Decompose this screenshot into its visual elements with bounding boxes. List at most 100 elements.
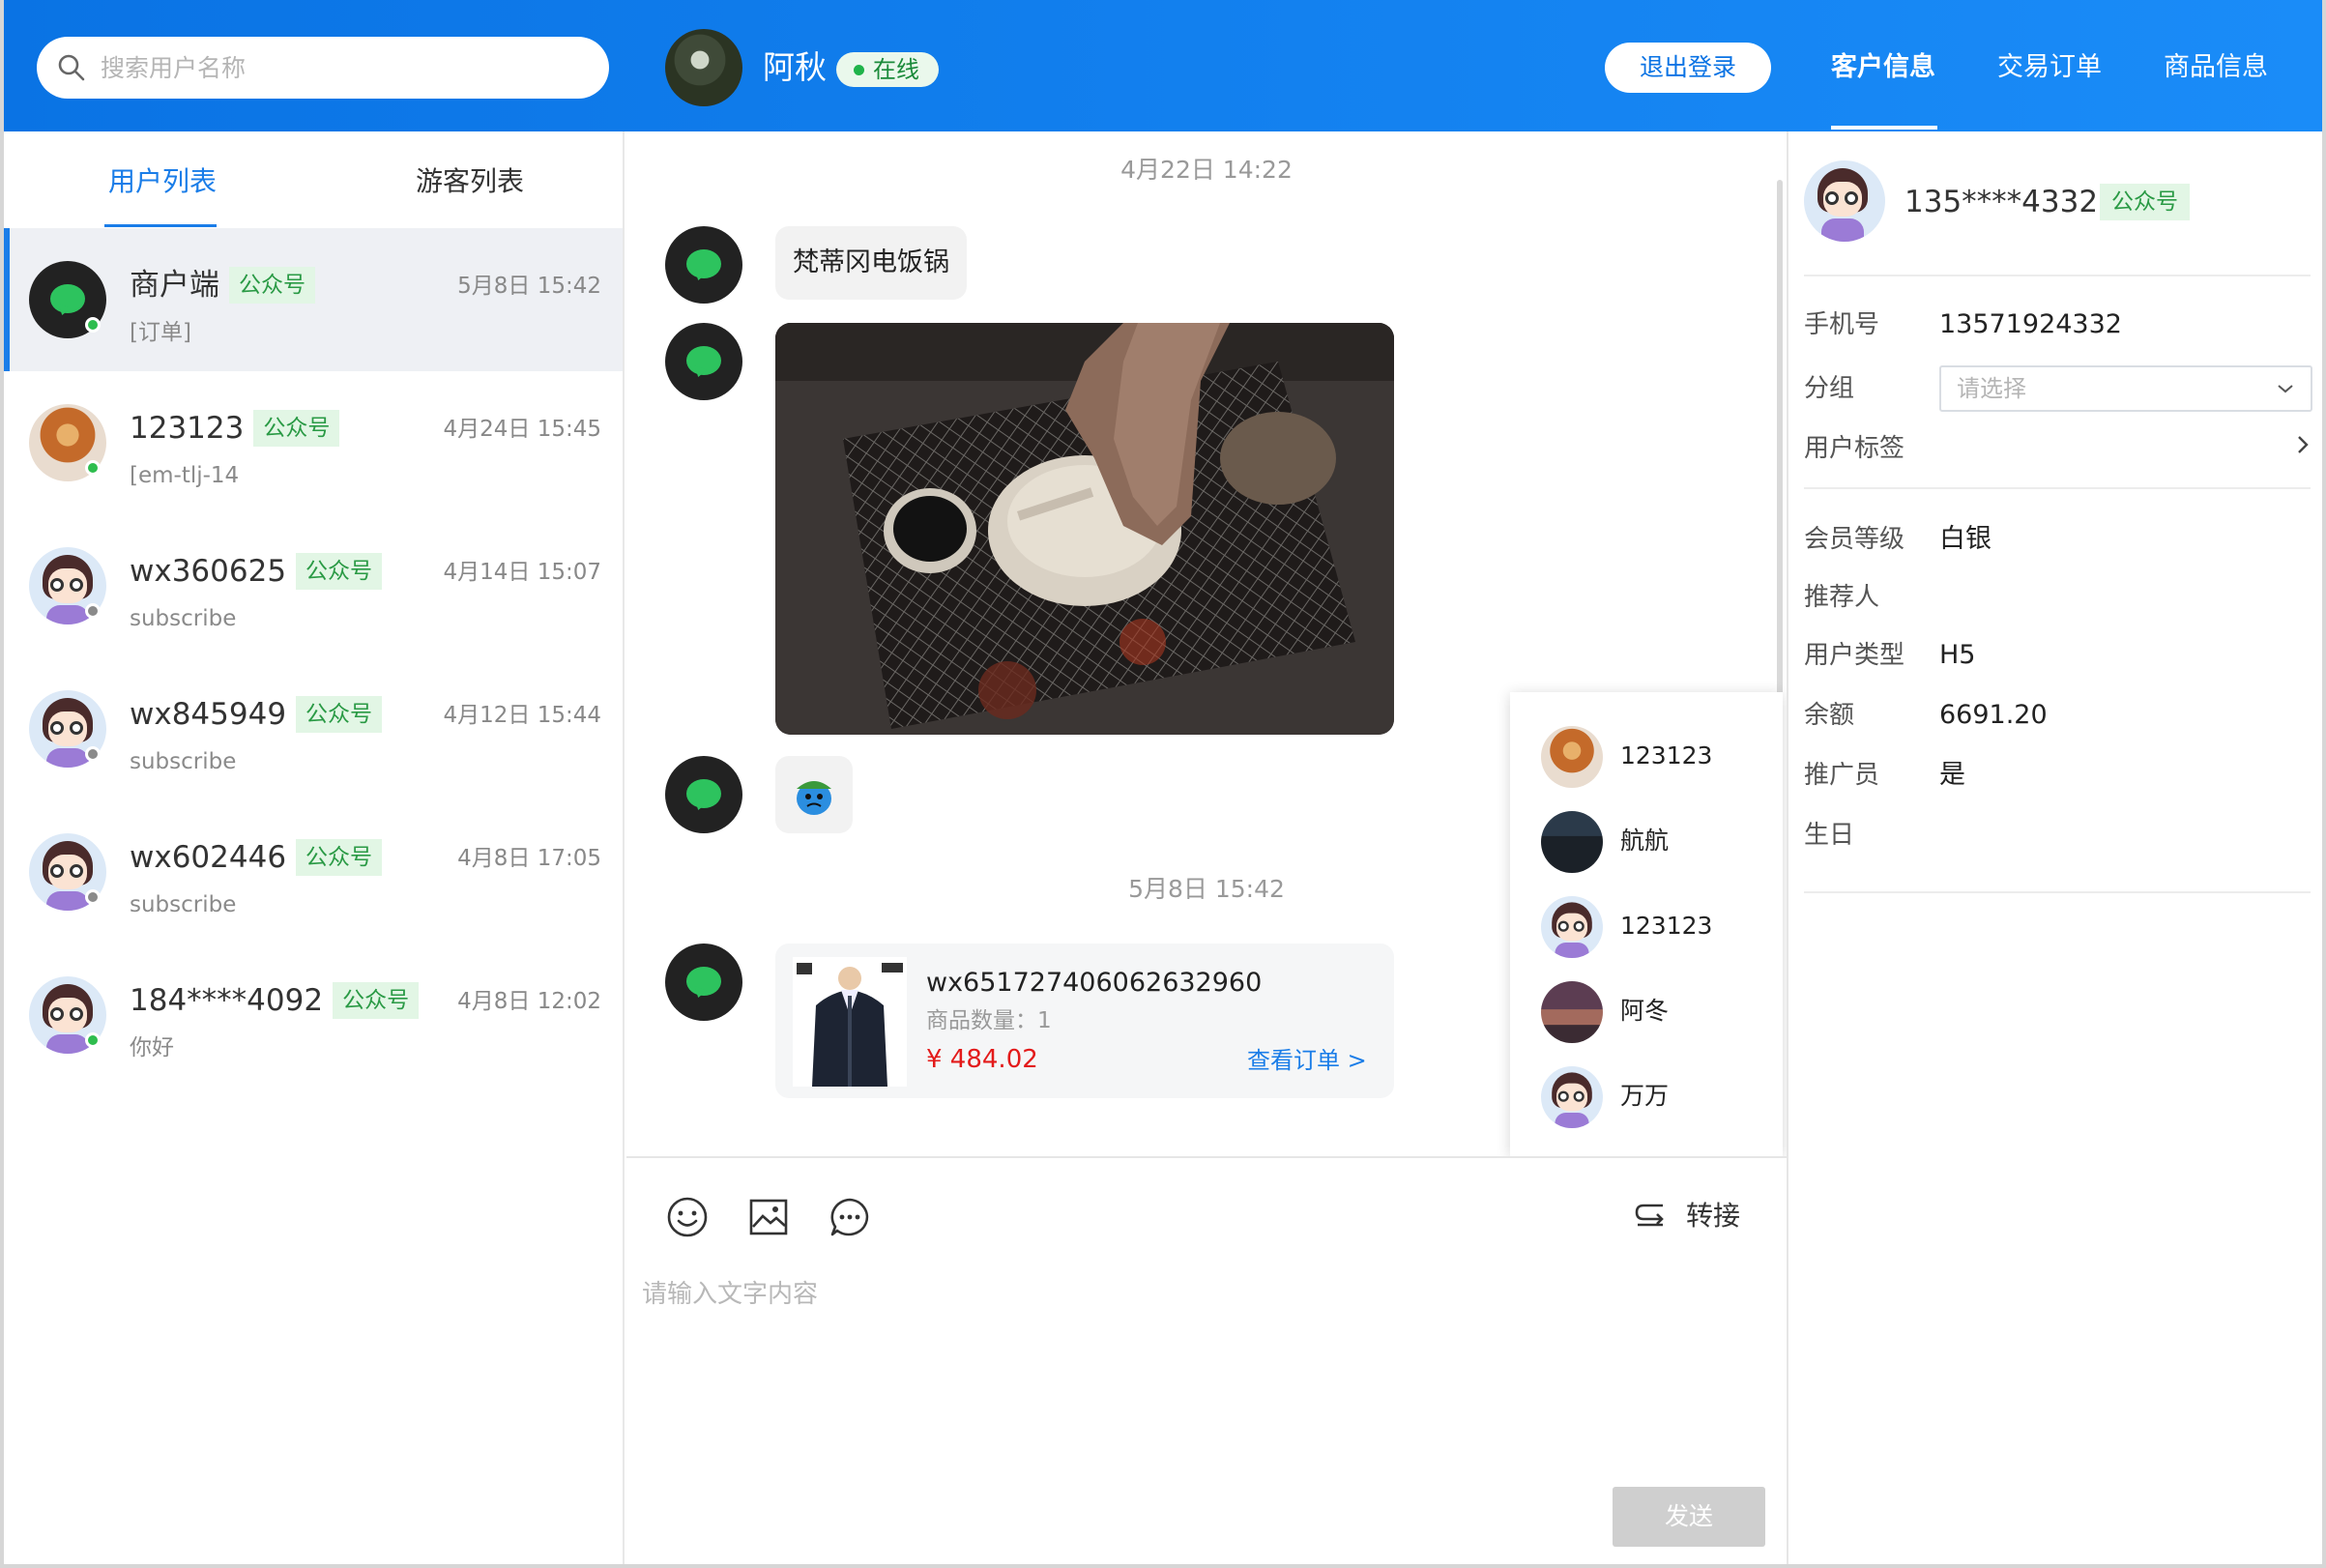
search-box[interactable] <box>37 37 609 99</box>
field-value-balance: 6691.20 <box>1939 700 2048 730</box>
user-last-message: 你好 <box>130 1035 174 1060</box>
user-time: 4月14日 15:07 <box>443 560 602 585</box>
field-label-group: 分组 <box>1804 374 1855 403</box>
agent-item-name: 阿冬 <box>1620 997 1670 1025</box>
user-name: wx602446 <box>130 840 287 875</box>
divider <box>1804 275 2311 276</box>
user-name: wx360625 <box>130 554 287 589</box>
list-item[interactable]: 184****4092 公众号 4月8日 12:02 你好 <box>4 944 623 1087</box>
tab-trade-orders[interactable]: 交易订单 <box>1997 48 2102 87</box>
order-id: wx651727406062632960 <box>926 968 1263 998</box>
default-avatar <box>1541 1066 1603 1128</box>
transfer-agent-popup: 123123 航航 123123 阿冬 万万 <box>1510 692 1783 1156</box>
field-value-phone: 13571924332 <box>1939 309 2122 339</box>
online-dot <box>85 1032 101 1048</box>
chat-scrollbar[interactable] <box>1777 180 1783 731</box>
list-item[interactable]: wx360625 公众号 4月14日 15:07 subscribe <box>4 514 623 657</box>
tab-product-info[interactable]: 商品信息 <box>2164 48 2268 87</box>
tab-visitor-list[interactable]: 游客列表 <box>416 162 524 201</box>
transfer-agent-item[interactable]: 航航 <box>1541 806 1773 874</box>
user-last-message: [订单] <box>130 320 191 345</box>
user-name: 商户端 <box>130 268 219 303</box>
user-time: 4月8日 17:05 <box>457 846 601 871</box>
wechat-icon <box>665 756 742 833</box>
list-item[interactable]: wx845949 公众号 4月12日 15:44 subscribe <box>4 657 623 800</box>
tab-customer-info[interactable]: 客户信息 <box>1831 48 1935 87</box>
online-status-badge: 在线 <box>836 52 939 87</box>
user-sidebar: 用户列表 游客列表 商户端 公众号 5月8日 15:42 [订单] 123123 公… <box>4 131 625 1564</box>
field-label-promoter: 推广员 <box>1804 761 1880 790</box>
agent-name: 阿秋 <box>763 48 827 86</box>
user-last-message: [em-tlj-14 <box>130 463 240 488</box>
field-label-birthday: 生日 <box>1804 821 1855 850</box>
agent-item-name: 123123 <box>1620 912 1713 940</box>
wechat-icon <box>665 226 742 304</box>
image-message[interactable] <box>775 323 1394 735</box>
online-dot <box>85 317 101 333</box>
wechat-icon <box>665 323 742 400</box>
offline-dot <box>85 603 101 619</box>
offline-dot <box>85 746 101 762</box>
list-item[interactable]: 商户端 公众号 5月8日 15:42 [订单] <box>4 228 623 371</box>
user-name: wx845949 <box>130 697 287 732</box>
user-badge: 公众号 <box>296 553 383 590</box>
order-qty-value: 1 <box>1037 1008 1052 1033</box>
field-label-referrer: 推荐人 <box>1804 583 1880 612</box>
tea-photo <box>775 323 1394 735</box>
group-select-value: 请选择 <box>1957 375 2026 402</box>
agent-item-name: 万万 <box>1620 1082 1670 1110</box>
transfer-agent-item[interactable]: 123123 <box>1541 721 1773 789</box>
default-avatar <box>1541 896 1603 958</box>
app-window: 阿秋 在线 退出登录 客户信息 交易订单 商品信息 用户列表 游客列表 商户端公… <box>0 0 2326 1568</box>
user-badge: 公众号 <box>253 410 340 447</box>
logout-button[interactable]: 退出登录 <box>1605 43 1771 93</box>
agent-avatar <box>665 29 742 106</box>
field-value-member-level: 白银 <box>1939 524 1992 554</box>
order-qty-label: 商品数量： <box>926 1008 1037 1033</box>
top-header: 阿秋 在线 退出登录 客户信息 交易订单 商品信息 <box>4 0 2322 131</box>
user-last-message: subscribe <box>130 749 237 774</box>
order-price: ¥ 484.02 <box>926 1045 1038 1074</box>
user-last-message: subscribe <box>130 606 237 631</box>
list-item[interactable]: wx602446 公众号 4月8日 17:05 subscribe <box>4 800 623 944</box>
photo-avatar <box>1541 811 1603 873</box>
transfer-label: 转接 <box>1686 1200 1741 1232</box>
product-image <box>793 957 907 1087</box>
user-badge: 公众号 <box>296 696 383 733</box>
field-label-tags[interactable]: 用户标签 <box>1804 431 1904 466</box>
list-item[interactable]: 123123 公众号 4月24日 15:45 [em-tlj-14 <box>4 371 623 514</box>
user-time: 4月24日 15:45 <box>443 417 602 442</box>
user-time: 4月12日 15:44 <box>443 703 602 728</box>
image-icon[interactable] <box>746 1195 791 1239</box>
search-input[interactable] <box>101 37 584 99</box>
user-last-message: subscribe <box>130 892 237 917</box>
transfer-agent-item[interactable]: 万万 <box>1541 1061 1773 1129</box>
active-tab-underline <box>1831 126 1937 130</box>
customer-avatar <box>1804 160 1885 242</box>
field-label-balance: 余额 <box>1804 701 1855 730</box>
smile-icon[interactable] <box>665 1195 710 1239</box>
message-input[interactable] <box>642 1274 1763 1467</box>
order-card[interactable]: wx651727406062632960 商品数量：1 ¥ 484.02 查看订… <box>775 944 1394 1098</box>
offline-dot <box>85 889 101 905</box>
chat-dots-icon[interactable] <box>828 1195 872 1239</box>
view-order-link[interactable]: 查看订单 > <box>1247 1044 1367 1077</box>
search-icon <box>58 54 85 81</box>
wechat-icon <box>665 944 742 1021</box>
tab-user-list[interactable]: 用户列表 <box>108 162 217 201</box>
agent-item-name: 航航 <box>1620 827 1670 855</box>
chevron-right-icon[interactable] <box>2295 433 2311 456</box>
field-label-user-type: 用户类型 <box>1804 641 1905 670</box>
user-badge: 公众号 <box>296 839 383 876</box>
emoji-message <box>775 756 853 833</box>
emoji-sticker-icon <box>797 781 831 815</box>
transfer-agent-item[interactable]: 阿冬 <box>1541 976 1773 1044</box>
field-label-member-level: 会员等级 <box>1804 525 1905 554</box>
online-dot <box>85 460 101 476</box>
transfer-agent-item[interactable]: 123123 <box>1541 891 1773 959</box>
transfer-button[interactable]: 转接 <box>1634 1197 1740 1235</box>
send-button[interactable]: 发送 <box>1613 1487 1765 1547</box>
text-message: 梵蒂冈电饭锅 <box>775 226 967 300</box>
message-timestamp: 4月22日 14:22 <box>1120 156 1293 184</box>
group-select[interactable]: 请选择 <box>1939 365 2312 412</box>
